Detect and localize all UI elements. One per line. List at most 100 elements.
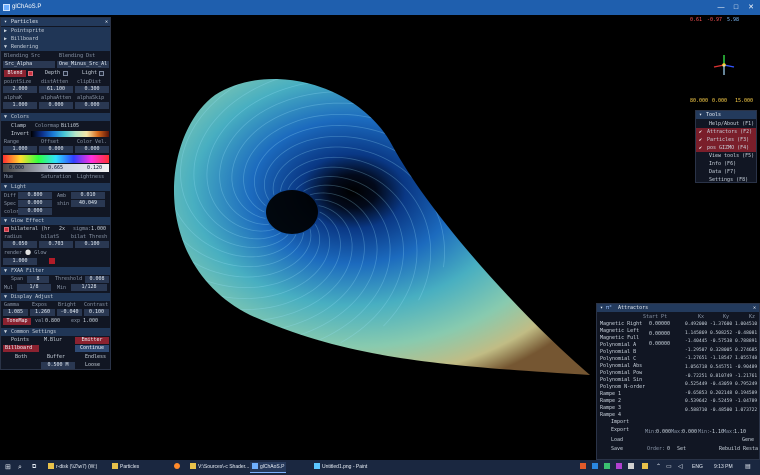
k-coeff-cell[interactable]: -0.43059 — [710, 381, 732, 388]
bright-field[interactable]: -0.040 — [57, 309, 82, 316]
attractor-list-item[interactable]: Polynomial A — [600, 342, 636, 349]
fxaa-collapse-icon[interactable]: ▼ — [4, 267, 7, 275]
minimize-button[interactable]: — — [714, 2, 728, 13]
common-collapse-icon[interactable]: ▼ — [4, 328, 7, 336]
blend-checkbox[interactable] — [28, 71, 33, 76]
span-field[interactable]: 8 — [27, 276, 49, 283]
color-field[interactable]: 0.000 — [18, 208, 52, 215]
k-coeff-cell[interactable]: 0.194589 — [735, 390, 757, 397]
section-billboard[interactable]: ▶ Billboard — [1, 35, 110, 43]
alpha-skip-field[interactable]: 0.000 — [75, 102, 109, 109]
billboard-button[interactable]: Billboard — [3, 345, 39, 352]
k-coeff-cell[interactable]: 0.588710 — [685, 407, 707, 414]
diff-field[interactable]: 0.800 — [18, 192, 52, 199]
tools-item[interactable]: View tools (F5) — [696, 152, 756, 160]
attractor-list-item[interactable]: Magnetic Full — [600, 335, 639, 342]
save-button[interactable]: Save — [611, 445, 623, 453]
export-button[interactable]: Export — [611, 426, 629, 434]
hue-strip[interactable] — [3, 155, 109, 163]
k-coeff-cell[interactable]: 0.539642 — [685, 398, 707, 405]
taskbar-item-paint[interactable]: Untitled1.png - Paint — [312, 462, 369, 473]
order-value[interactable]: 0 — [667, 445, 670, 453]
section-colors[interactable]: ▼ Colors — [1, 113, 110, 121]
offset-field[interactable]: 0.000 — [39, 146, 73, 153]
bilat-field[interactable]: 0.703 — [39, 241, 73, 248]
range-field[interactable]: 1.000 — [3, 146, 37, 153]
import-button[interactable]: Import — [611, 418, 629, 426]
start-point-field[interactable]: 0.00000 — [649, 341, 670, 348]
k-coeff-cell[interactable]: 0.795249 — [735, 381, 757, 388]
k-coeff-cell[interactable]: 1.004510 — [735, 321, 757, 328]
k-coeff-cell[interactable]: -1.21761 — [735, 373, 757, 380]
clamp-label[interactable]: Clamp — [11, 122, 26, 130]
billboard-expand-icon[interactable]: ▶ — [4, 35, 7, 43]
set-button[interactable]: Set — [677, 445, 686, 453]
axis-gizmo[interactable] — [712, 53, 744, 83]
k-coeff-cell[interactable]: 0.545751 — [710, 364, 732, 371]
section-fxaa[interactable]: ▼ FXAA Filter — [1, 267, 110, 275]
shine-field[interactable]: 40.049 — [71, 200, 105, 207]
pointsprite-expand-icon[interactable]: ▶ — [4, 27, 7, 35]
both-radio[interactable]: Both — [15, 353, 27, 361]
tray-chevron-icon[interactable]: ⌃ — [654, 462, 663, 473]
radius-field[interactable]: 0.050 — [3, 241, 37, 248]
k-coeff-cell[interactable]: -0.72251 — [685, 373, 707, 380]
amb-field[interactable]: 0.010 — [71, 192, 105, 199]
maximize-button[interactable]: □ — [729, 2, 743, 13]
k-coeff-cell[interactable]: 0.525449 — [685, 381, 707, 388]
particles-collapse-icon[interactable]: ▾ — [4, 18, 7, 26]
tools-item[interactable]: ✔ Particles (F3) — [696, 136, 756, 144]
max2-value[interactable]: 1.10 — [734, 428, 746, 436]
section-glow[interactable]: ▼ Glow Effect — [1, 217, 110, 225]
attractor-list-item[interactable]: Polynomial Pow — [600, 370, 642, 377]
points-radio[interactable]: Points — [11, 336, 29, 344]
threshold-field[interactable]: 0.008 — [85, 276, 109, 283]
rebuild-button[interactable]: Rebuild — [719, 445, 740, 453]
render-viewport[interactable]: 0.61 -0.97 5.98 80.000 0.000 15.000 ▾ To… — [0, 15, 760, 460]
light-checkbox[interactable] — [99, 71, 104, 76]
tools-item[interactable]: Data (F7) — [696, 168, 756, 176]
attractor-list-item[interactable]: Rampe 1 — [600, 391, 621, 398]
loose-label[interactable]: Loose — [85, 361, 100, 369]
restart-button[interactable]: Resta — [743, 445, 758, 453]
endless-radio[interactable]: Endless — [85, 353, 106, 361]
close-button[interactable]: ✕ — [744, 2, 758, 13]
blending-dst-select[interactable]: One_Minus_Src_Al — [57, 61, 109, 68]
tools-header[interactable]: ▾ Tools — [696, 111, 756, 119]
glow-color-swatch[interactable] — [49, 258, 55, 264]
tools-item[interactable]: Info (F6) — [696, 160, 756, 168]
k-coeff-cell[interactable]: 0.202148 — [710, 390, 732, 397]
attractor-list-item[interactable]: Rampe 3 — [600, 405, 621, 412]
tools-collapse-icon[interactable]: ▾ — [699, 111, 702, 119]
k-coeff-cell[interactable]: -0.52459 — [710, 398, 732, 405]
attractor-list-item[interactable]: Polynom N-order — [600, 384, 645, 391]
invert-label[interactable]: Invert — [11, 130, 29, 138]
contrast-field[interactable]: 0.100 — [84, 309, 109, 316]
k-coeff-cell[interactable]: -1.18547 — [710, 355, 732, 362]
k-coeff-cell[interactable]: -0.65853 — [685, 390, 707, 397]
k-coeff-cell[interactable]: -1.29507 — [685, 347, 707, 354]
tools-item[interactable]: ✔ Attractors (F2) — [696, 128, 756, 136]
clipping-field[interactable]: 0.300 — [75, 86, 109, 93]
attractor-list-item[interactable]: Polynomial C — [600, 356, 636, 363]
bilateral-checkbox[interactable] — [4, 227, 9, 232]
depth-checkbox[interactable] — [63, 71, 68, 76]
attractor-list-item[interactable]: Polynomial Sin — [600, 377, 642, 384]
notification-icon[interactable]: ▤ — [743, 462, 753, 473]
tools-item[interactable]: Settings (F8) — [696, 176, 756, 184]
search-icon[interactable]: ⌕ — [16, 462, 24, 473]
buffer-radio[interactable]: Buffer — [47, 353, 65, 361]
k-coeff-cell[interactable]: -1.40445 — [685, 338, 707, 345]
gamma-field[interactable]: 1.085 — [3, 309, 28, 316]
palette-gradient[interactable] — [31, 131, 109, 137]
display-collapse-icon[interactable]: ▼ — [4, 293, 7, 301]
attractor-list-item[interactable]: Magnetic Left — [600, 328, 639, 335]
blending-src-select[interactable]: Src_Alpha — [3, 61, 55, 68]
attractor-list-item[interactable]: Rampe 2 — [600, 398, 621, 405]
continue-button[interactable]: Continue — [75, 345, 109, 352]
exp-value[interactable]: 1.000 — [83, 317, 98, 325]
k-coeff-cell[interactable]: -0.90489 — [735, 364, 757, 371]
attractors-header[interactable]: ▾ π° Attractors ✕ — [597, 304, 759, 312]
section-display[interactable]: ▼ Display Adjust — [1, 293, 110, 301]
section-pointsprite[interactable]: ▶ Pointsprite — [1, 27, 110, 35]
